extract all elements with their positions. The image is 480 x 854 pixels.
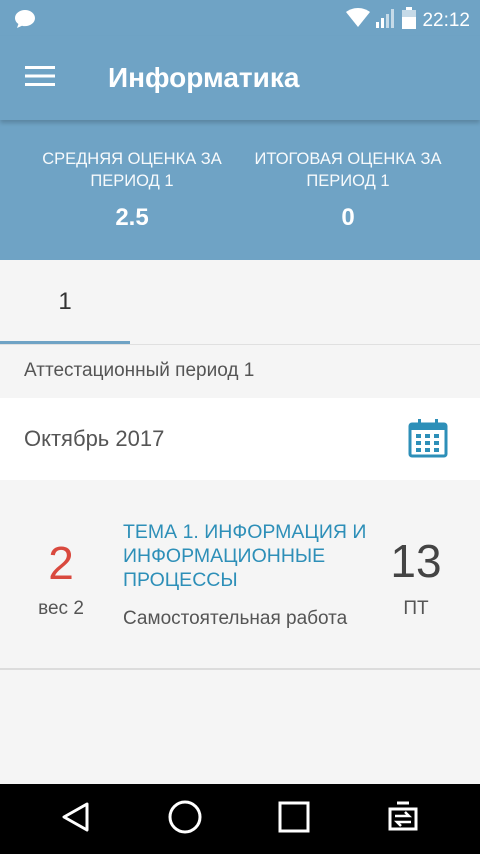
grade-summary: СРЕДНЯЯ ОЦЕНКА ЗА ПЕРИОД 1 2.5 ИТОГОВАЯ …: [0, 120, 480, 260]
recents-icon: [278, 801, 310, 838]
battery-icon: [402, 7, 417, 34]
menu-button[interactable]: [18, 58, 62, 98]
back-icon: [60, 801, 92, 838]
average-grade-label: СРЕДНЯЯ ОЦЕНКА ЗА ПЕРИОД 1: [42, 150, 222, 190]
app-bar: Информатика: [0, 36, 480, 120]
tab-indicator: [0, 341, 130, 344]
signal-icon: [376, 8, 396, 33]
back-button[interactable]: [56, 799, 96, 839]
menu-icon: [25, 65, 55, 92]
month-label: Октябрь 2017: [24, 426, 165, 451]
page-title: Информатика: [108, 62, 300, 93]
final-grade-value: 0: [341, 204, 355, 231]
home-icon: [168, 800, 202, 839]
period-label: Аттестационный период 1: [24, 360, 255, 381]
average-grade-value: 2.5: [115, 204, 149, 231]
home-button[interactable]: [165, 799, 205, 839]
grade-weight: вес 2: [38, 598, 84, 619]
lesson-day-number: 13: [390, 535, 442, 587]
system-nav-bar: [0, 784, 480, 854]
work-type: Самостоятельная работа: [123, 608, 348, 629]
period-tabs: 1: [0, 260, 480, 345]
tab-period-1[interactable]: 1: [0, 260, 130, 344]
status-bar: 22:12: [0, 0, 480, 36]
final-grade-block: ИТОГОВАЯ ОЦЕНКА ЗА ПЕРИОД 1 0: [238, 148, 458, 232]
message-icon: [14, 9, 36, 34]
tab-label: 1: [58, 288, 72, 315]
grade-value: 2: [48, 537, 74, 589]
lesson-topic: ТЕМА 1. ИНФОРМАЦИЯ И ИНФОРМАЦИОННЫЕ ПРОЦ…: [123, 521, 367, 591]
rotate-icon: [383, 800, 423, 839]
wifi-icon: [346, 8, 371, 33]
calendar-button[interactable]: [408, 418, 450, 460]
final-grade-label: ИТОГОВАЯ ОЦЕНКА ЗА ПЕРИОД 1: [254, 150, 442, 190]
status-time: 22:12: [422, 9, 470, 31]
recents-button[interactable]: [274, 799, 314, 839]
lesson-item[interactable]: 2 вес 2 ТЕМА 1. ИНФОРМАЦИЯ И ИНФОРМАЦИОН…: [0, 482, 480, 670]
calendar-icon: [408, 419, 448, 462]
rotate-button[interactable]: [383, 799, 423, 839]
month-header: Октябрь 2017: [0, 398, 480, 480]
average-grade-block: СРЕДНЯЯ ОЦЕНКА ЗА ПЕРИОД 1 2.5: [22, 148, 242, 232]
lesson-weekday: ПТ: [403, 598, 429, 619]
